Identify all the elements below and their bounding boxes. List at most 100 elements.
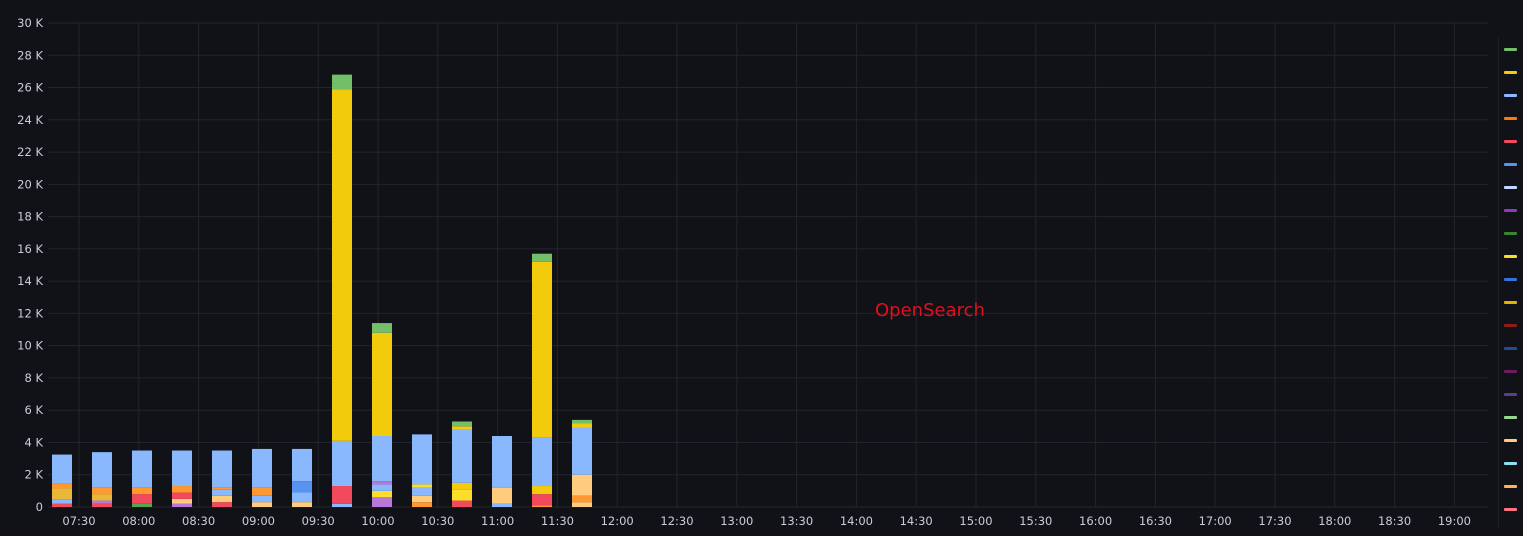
- x-tick-label: 16:00: [1079, 514, 1112, 528]
- bar-segment: [452, 489, 472, 501]
- bar-segment: [92, 494, 112, 501]
- legend-swatch[interactable]: [1504, 370, 1517, 373]
- bar-segment: [292, 492, 312, 503]
- bar-segment: [372, 490, 392, 498]
- bar-segment: [172, 450, 192, 487]
- bar-segment: [132, 450, 152, 488]
- bar-segment: [572, 502, 592, 507]
- grid-lines: [48, 22, 1488, 508]
- bar-segment: [452, 482, 472, 490]
- legend-swatch[interactable]: [1504, 324, 1517, 327]
- x-tick-label: 09:00: [242, 514, 275, 528]
- opensearch-watermark: OpenSearch: [875, 300, 985, 321]
- bar-segment: [572, 419, 592, 424]
- bar-segment: [532, 437, 552, 487]
- bar-segment: [412, 495, 432, 503]
- x-tick-label: 18:30: [1378, 514, 1411, 528]
- bar-segment: [532, 494, 552, 506]
- y-tick-label: 24 K: [17, 113, 43, 127]
- chart-panel: 0 2 K 4 K 6 K 8 K 10 K 12 K 14 K 16 K 18 K 20 K 22 …: [0, 0, 1523, 536]
- bar-segment: [252, 495, 272, 503]
- y-tick-label: 18 K: [17, 210, 43, 224]
- bar-segment: [212, 489, 232, 496]
- legend-swatch[interactable]: [1504, 140, 1517, 143]
- y-tick-label: 16 K: [17, 242, 43, 256]
- bar-segment: [332, 440, 352, 487]
- bar-segment: [452, 500, 472, 507]
- bar-segment: [332, 503, 352, 507]
- y-tick-label: 20 K: [17, 177, 43, 191]
- x-tick-label: 13:30: [780, 514, 813, 528]
- bar-segment: [212, 495, 232, 503]
- x-tick-label: 19:00: [1438, 514, 1471, 528]
- bar-segment: [172, 492, 192, 499]
- x-tick-label: 18:00: [1318, 514, 1351, 528]
- x-tick-label: 09:30: [302, 514, 335, 528]
- legend-swatch[interactable]: [1504, 209, 1517, 212]
- legend-swatch[interactable]: [1504, 163, 1517, 166]
- bar-segment: [132, 494, 152, 504]
- y-tick-label: 10 K: [17, 339, 43, 353]
- legend-swatch[interactable]: [1504, 485, 1517, 488]
- bar-segment: [292, 502, 312, 507]
- legend-swatch[interactable]: [1504, 117, 1517, 120]
- legend-swatch[interactable]: [1504, 232, 1517, 235]
- bar-segment: [332, 486, 352, 504]
- y-axis: 0 2 K 4 K 6 K 8 K 10 K 12 K 14 K 16 K 18 K 20 K 22 …: [17, 16, 43, 514]
- legend-swatch[interactable]: [1504, 301, 1517, 304]
- bar-segment: [212, 450, 232, 488]
- y-tick-label: 8 K: [24, 371, 43, 385]
- bar-segment: [532, 486, 552, 495]
- legend-swatch[interactable]: [1504, 393, 1517, 396]
- legend-swatch[interactable]: [1504, 278, 1517, 281]
- bar-segment: [52, 488, 72, 500]
- y-tick-label: 4 K: [24, 435, 43, 449]
- bar-segment: [252, 448, 272, 488]
- x-tick-label: 17:00: [1199, 514, 1232, 528]
- x-tick-label: 12:00: [601, 514, 634, 528]
- legend: [1498, 38, 1523, 528]
- bar-segment: [252, 487, 272, 496]
- legend-swatch[interactable]: [1504, 416, 1517, 419]
- bar-segment: [492, 436, 512, 488]
- bar-segment: [292, 448, 312, 482]
- bar-segment: [572, 474, 592, 496]
- bar-segment: [412, 502, 432, 507]
- bar-segment: [572, 427, 592, 475]
- stacked-bar-chart: 0 2 K 4 K 6 K 8 K 10 K 12 K 14 K 16 K 18 K 20 K 22 …: [17, 16, 1488, 528]
- legend-swatch[interactable]: [1504, 48, 1517, 51]
- bar-segment: [212, 487, 232, 490]
- x-axis: 07:30 08:00 08:30 09:00 09:30 10:00 10:30 11:00…: [62, 514, 1471, 528]
- x-tick-label: 16:30: [1139, 514, 1172, 528]
- x-tick-label: 10:30: [421, 514, 454, 528]
- bar-segment: [572, 423, 592, 428]
- x-tick-label: 10:00: [361, 514, 394, 528]
- bar-segment: [412, 487, 432, 496]
- bar-segment: [132, 487, 152, 495]
- legend-swatch[interactable]: [1504, 439, 1517, 442]
- bar-segment: [92, 452, 112, 488]
- bar-segment: [372, 481, 392, 485]
- y-tick-label: 30 K: [17, 16, 43, 30]
- bar-segment: [52, 503, 72, 507]
- legend-swatch[interactable]: [1504, 255, 1517, 258]
- legend-swatch[interactable]: [1504, 462, 1517, 465]
- legend-swatch[interactable]: [1504, 508, 1517, 511]
- bar-segment: [492, 487, 512, 504]
- legend-swatch[interactable]: [1504, 347, 1517, 350]
- bar-segment: [132, 503, 152, 507]
- bar-segment: [532, 253, 552, 262]
- legend-swatch[interactable]: [1504, 186, 1517, 189]
- bar-segment: [172, 503, 192, 507]
- x-tick-label: 07:30: [62, 514, 95, 528]
- bar-segment: [52, 454, 72, 484]
- legend-swatch[interactable]: [1504, 71, 1517, 74]
- y-tick-label: 2 K: [24, 468, 43, 482]
- bar-segment: [372, 436, 392, 482]
- y-tick-label: 28 K: [17, 48, 43, 62]
- legend-swatch[interactable]: [1504, 94, 1517, 97]
- bar-segment: [452, 429, 472, 483]
- bar-segment: [452, 426, 472, 430]
- x-tick-label: 15:00: [959, 514, 992, 528]
- bar-segment: [292, 481, 312, 493]
